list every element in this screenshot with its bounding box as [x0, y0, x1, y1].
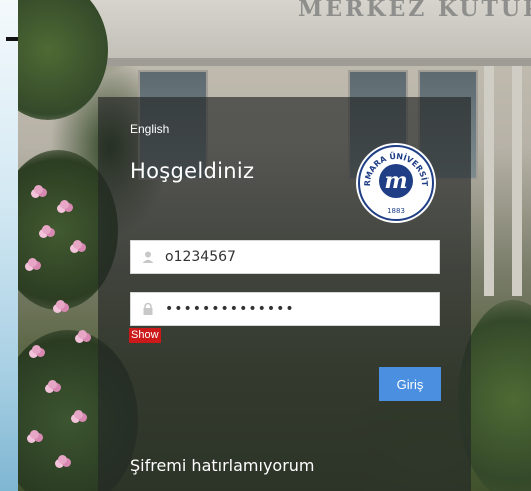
building-band	[38, 58, 531, 66]
pink-flower	[78, 330, 87, 339]
password-input[interactable]	[165, 293, 435, 325]
pink-flower	[42, 225, 51, 234]
logo-year: 1883	[387, 207, 405, 215]
login-submit-button[interactable]: Giriş	[379, 367, 441, 401]
forgot-password-link[interactable]: Şifremi hatırlamıyorum	[130, 456, 315, 475]
user-icon	[142, 251, 154, 263]
pink-flower	[48, 380, 57, 389]
tree-foliage	[18, 0, 108, 120]
language-switch-link[interactable]: English	[130, 122, 169, 136]
logo-monogram: m	[384, 168, 407, 194]
username-field[interactable]	[130, 240, 440, 274]
building-sign: MERKEZ KÜTÜPHANE	[298, 0, 531, 22]
window-edge-mark	[6, 37, 18, 41]
building-pillar	[512, 66, 522, 296]
pink-flower	[32, 345, 41, 354]
show-password-toggle[interactable]: Show	[129, 328, 161, 343]
pink-flower	[30, 430, 39, 439]
pink-flower	[73, 240, 82, 249]
pink-flower	[58, 455, 67, 464]
login-panel: English Hoşgeldiniz MARMARA ÜNİVERSİTESİ…	[98, 97, 471, 491]
password-field[interactable]	[130, 292, 440, 326]
pink-flower	[60, 200, 69, 209]
left-edge-strip	[0, 0, 18, 491]
pink-flower	[34, 185, 43, 194]
pink-flower	[28, 258, 37, 267]
building-pillar	[484, 66, 494, 296]
pink-flower	[74, 410, 83, 419]
welcome-heading: Hoşgeldiniz	[130, 159, 255, 183]
university-logo: MARMARA ÜNİVERSİTESİ m 1883	[354, 141, 436, 223]
pink-flower	[56, 300, 65, 309]
username-input[interactable]	[165, 241, 435, 273]
lock-icon	[143, 302, 153, 315]
